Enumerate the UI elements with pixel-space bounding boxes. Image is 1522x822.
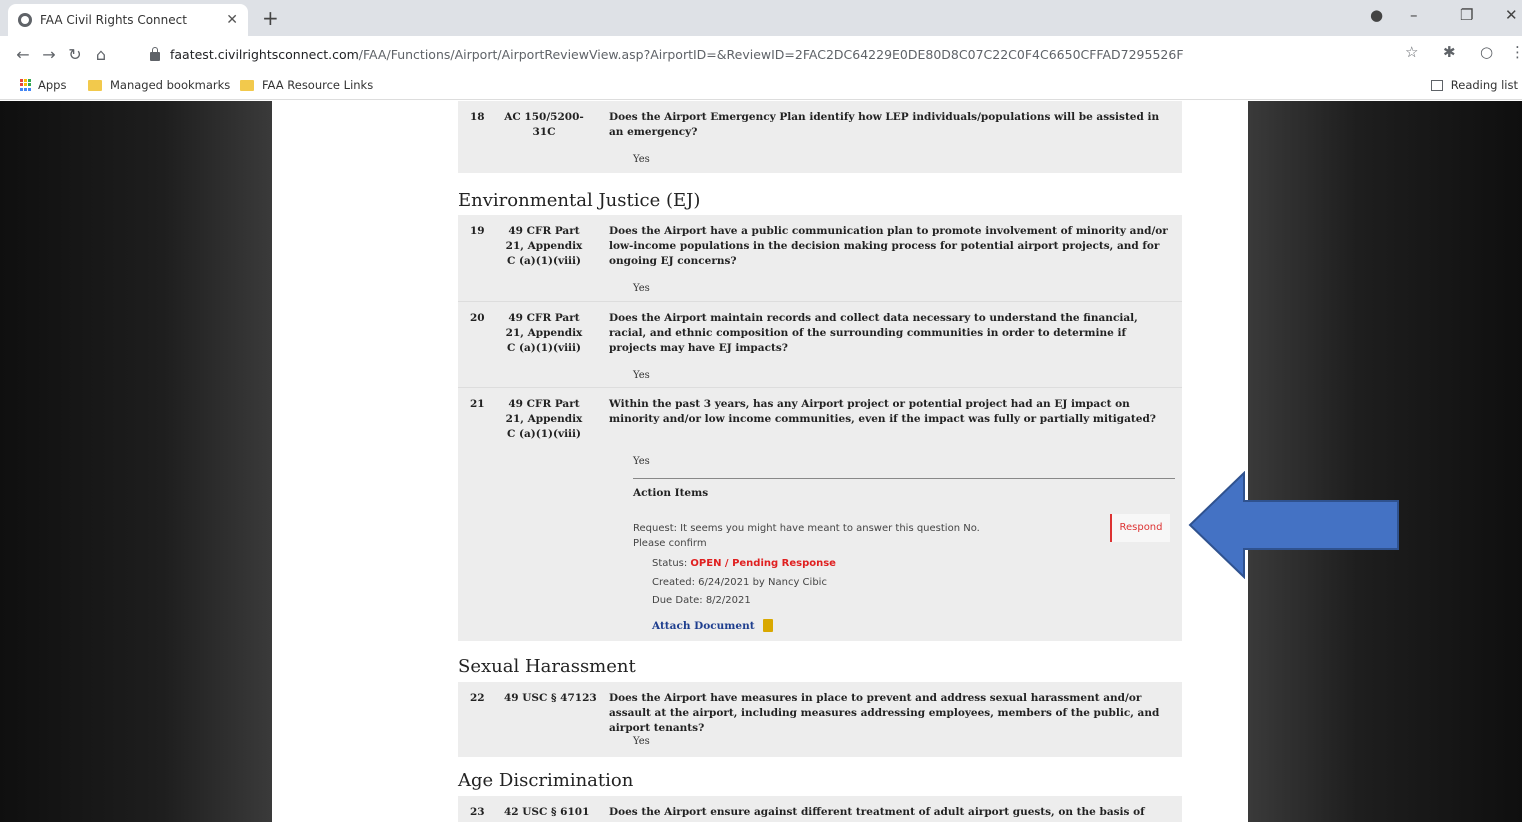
status-label: Status: (652, 558, 688, 569)
question-row-23: 23 42 USC § 6101 Does the Airport ensure… (458, 796, 1182, 822)
action-due-date: Due Date: 8/2/2021 (652, 595, 751, 606)
folder-icon (240, 79, 254, 91)
url-host: faatest.civilrightsconnect.com (170, 46, 359, 62)
question-text: Does the Airport have a public communica… (609, 225, 1168, 267)
question-row-21: 21 49 CFR Part 21, Appendix C (a)(1)(vii… (458, 387, 1182, 641)
question-answer: Yes (633, 154, 650, 165)
section-heading-sh: Sexual Harassment (458, 656, 636, 677)
home-icon[interactable]: ⌂ (88, 45, 114, 64)
profile-icon[interactable]: ● (1370, 6, 1383, 24)
bookmarks-bar: Apps Managed bookmarks FAA Resource Link… (0, 72, 1522, 100)
bookmark-faa-resources[interactable]: FAA Resource Links (240, 78, 373, 92)
question-number: 18 (470, 111, 485, 123)
question-answer: Yes (633, 370, 650, 381)
question-text: Within the past 3 years, has any Airport… (609, 398, 1156, 425)
star-icon[interactable]: ☆ (1405, 43, 1418, 61)
action-request: Request: It seems you might have meant t… (633, 523, 980, 549)
bookmark-managed[interactable]: Managed bookmarks (88, 78, 230, 92)
question-row-18: 18 AC 150/5200-31C Does the Airport Emer… (458, 101, 1182, 173)
question-text: Does the Airport Emergency Plan identify… (609, 111, 1160, 138)
browser-toolbar: ← → ↻ ⌂ faatest.civilrightsconnect.com/F… (0, 36, 1522, 72)
url-path: /FAA/Functions/Airport/AirportReviewView… (358, 46, 1184, 62)
question-answer: Yes (633, 736, 650, 747)
menu-icon[interactable]: ⋮ (1510, 43, 1522, 61)
bookmark-managed-label: Managed bookmarks (110, 78, 231, 92)
reload-icon[interactable]: ↻ (62, 45, 88, 64)
question-text: Does the Airport ensure against differen… (609, 806, 1145, 822)
section-heading-ej: Environmental Justice (EJ) (458, 190, 701, 211)
question-row-22: 22 49 USC § 47123 Does the Airport have … (458, 682, 1182, 757)
question-answer: Yes (633, 456, 650, 467)
folder-icon (88, 79, 102, 91)
globe-icon (18, 13, 32, 27)
question-text: Does the Airport have measures in place … (609, 692, 1160, 734)
browser-tab[interactable]: FAA Civil Rights Connect ✕ (8, 4, 248, 36)
apps-icon (20, 79, 32, 91)
extensions-icon[interactable]: ✱ (1443, 43, 1456, 61)
question-number: 20 (470, 312, 485, 324)
question-number: 19 (470, 225, 485, 237)
question-number: 21 (470, 398, 485, 410)
profile-avatar[interactable]: ○ (1480, 43, 1493, 61)
question-row-19: 19 49 CFR Part 21, Appendix C (a)(1)(vii… (458, 215, 1182, 301)
question-reference: 42 USC § 6101 (504, 806, 590, 818)
lock-icon (150, 46, 160, 61)
tab-title: FAA Civil Rights Connect (40, 13, 187, 27)
question-reference: AC 150/5200-31C (504, 111, 584, 138)
question-reference: 49 USC § 47123 (504, 692, 597, 704)
address-bar[interactable]: faatest.civilrightsconnect.com/FAA/Funct… (150, 41, 1390, 67)
minimize-button[interactable]: – (1410, 6, 1418, 24)
attach-document-link[interactable]: Attach Document (652, 619, 773, 632)
reading-list-label: Reading list (1450, 78, 1518, 92)
attachment-icon (762, 619, 773, 632)
status-value: OPEN / Pending Response (690, 558, 836, 569)
tab-bar: FAA Civil Rights Connect ✕ + ● – ❐ ✕ (0, 0, 1522, 36)
new-tab-button[interactable]: + (262, 6, 279, 30)
question-row-20: 20 49 CFR Part 21, Appendix C (a)(1)(vii… (458, 301, 1182, 387)
reading-list-icon (1430, 79, 1443, 91)
action-divider (633, 478, 1175, 479)
respond-button[interactable]: Respond (1110, 514, 1170, 542)
section-heading-age: Age Discrimination (458, 770, 634, 791)
left-arrow-icon (1188, 471, 1399, 579)
forward-icon[interactable]: → (36, 45, 62, 64)
close-window-button[interactable]: ✕ (1505, 6, 1518, 24)
reading-list[interactable]: Reading list (1430, 78, 1518, 92)
close-tab-icon[interactable]: ✕ (226, 12, 238, 28)
bookmark-apps[interactable]: Apps (20, 78, 66, 92)
bookmark-faa-label: FAA Resource Links (262, 78, 374, 92)
back-icon[interactable]: ← (10, 45, 36, 64)
bookmark-apps-label: Apps (38, 78, 67, 92)
question-text: Does the Airport maintain records and co… (609, 312, 1138, 354)
page-viewport: 18 AC 150/5200-31C Does the Airport Emer… (0, 101, 1522, 822)
action-created: Created: 6/24/2021 by Nancy Cibic (652, 577, 827, 588)
question-reference: 49 CFR Part 21, Appendix C (a)(1)(viii) (505, 398, 583, 440)
question-number: 22 (470, 692, 485, 704)
question-reference: 49 CFR Part 21, Appendix C (a)(1)(viii) (505, 312, 583, 354)
action-items-heading: Action Items (633, 487, 709, 499)
restore-button[interactable]: ❐ (1460, 6, 1473, 24)
right-margin (1248, 101, 1522, 822)
left-margin (0, 101, 272, 822)
question-answer: Yes (633, 283, 650, 294)
action-status: Status: OPEN / Pending Response (652, 558, 836, 569)
question-reference: 49 CFR Part 21, Appendix C (a)(1)(viii) (505, 225, 583, 267)
attach-document-label: Attach Document (652, 619, 755, 632)
question-number: 23 (470, 806, 485, 818)
